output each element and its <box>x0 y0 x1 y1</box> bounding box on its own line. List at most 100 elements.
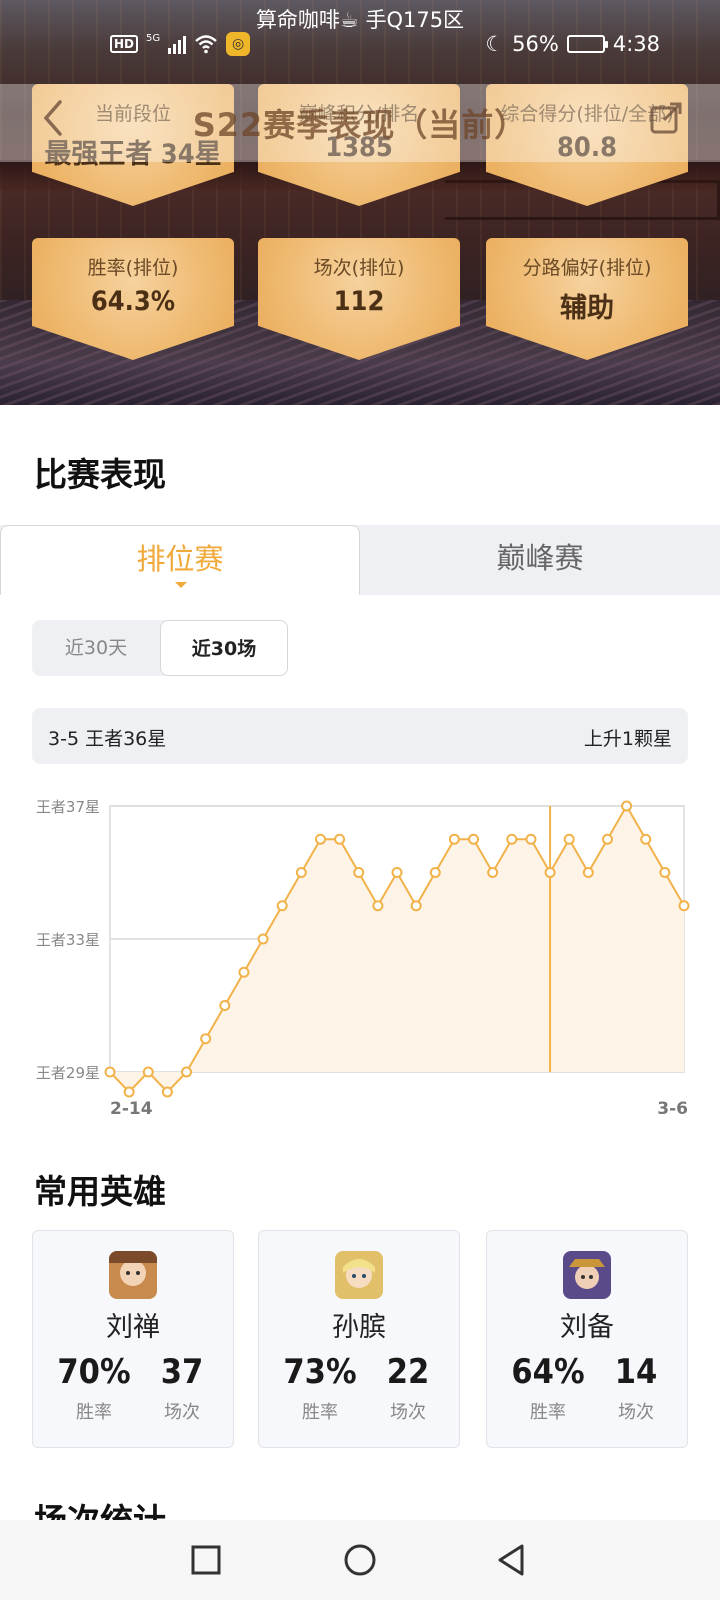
stat-label: 场次(排位) <box>313 257 405 279</box>
data-point <box>601 833 613 845</box>
hero-games: 14 场次 <box>591 1352 681 1424</box>
hero-win-rate: 70% 胜率 <box>49 1352 139 1424</box>
system-nav-bar <box>0 1520 720 1600</box>
recents-icon[interactable] <box>186 1540 226 1580</box>
data-point <box>200 1033 212 1045</box>
clock: 4:38 <box>612 32 660 56</box>
data-point <box>104 1066 116 1078</box>
hero-win-rate: 73% 胜率 <box>275 1352 365 1424</box>
data-point <box>678 900 690 912</box>
data-point <box>295 867 307 878</box>
battery-icon <box>566 35 608 53</box>
rank-summary-bar: 3-5 王者36星 上升1颗星 <box>32 708 688 764</box>
data-point <box>257 933 269 945</box>
stat-label: 分路偏好(排位) <box>522 257 652 279</box>
games-label: 场次 <box>618 1402 654 1423</box>
summary-date-rank: 3-5 王者36星 <box>48 728 167 750</box>
stat-value: 112 <box>333 286 385 317</box>
games-value: 37 <box>160 1352 204 1392</box>
hero-avatar <box>335 1251 383 1299</box>
data-point <box>487 867 499 878</box>
y-tick-label: 王者29星 <box>36 1064 100 1082</box>
mode-tabs: 排位赛 巅峰赛 <box>0 525 720 595</box>
home-icon[interactable] <box>340 1540 380 1580</box>
hero-stats: 70% 胜率 37 场次 <box>33 1352 233 1432</box>
hero-avatar <box>563 1251 611 1299</box>
hero-name: 刘备 <box>560 1312 614 1343</box>
hero-name: 刘禅 <box>106 1312 160 1343</box>
rank-trend-chart[interactable]: 王者37星王者33星王者29星 2-14 3-6 <box>0 790 720 1130</box>
wifi-icon <box>195 35 217 54</box>
y-tick-label: 王者33星 <box>36 931 100 949</box>
section-title-heroes: 常用英雄 <box>34 1172 166 1211</box>
data-point <box>544 867 556 878</box>
share-icon[interactable] <box>648 100 684 136</box>
data-point <box>238 966 250 978</box>
x-end-label: 3-6 <box>657 1099 688 1119</box>
stat-label: 胜率(排位) <box>87 257 179 279</box>
status-bar: HD 5G ◎ ☾ 56% 4:38 <box>0 32 720 60</box>
signal-icon <box>168 34 187 54</box>
data-point <box>525 833 537 845</box>
data-point <box>123 1086 135 1098</box>
games-label: 场次 <box>164 1402 200 1423</box>
hero-stats: 64% 胜率 14 场次 <box>487 1352 687 1432</box>
hero-win-rate: 64% 胜率 <box>503 1352 593 1424</box>
data-point <box>161 1086 173 1098</box>
battery-percent: 56% <box>512 32 559 56</box>
hero-card[interactable]: 刘禅 70% 胜率 37 场次 <box>32 1230 234 1448</box>
data-point <box>181 1066 193 1078</box>
data-point <box>276 900 288 912</box>
moon-icon: ☾ <box>485 32 505 56</box>
data-point <box>391 867 403 878</box>
x-start-label: 2-14 <box>110 1099 153 1119</box>
game-assistant-icon: ◎ <box>226 32 251 56</box>
section-title-performance: 比赛表现 <box>34 455 166 494</box>
games-label: 场次 <box>390 1402 426 1423</box>
data-point <box>410 900 422 912</box>
win-rate-value: 70% <box>57 1352 131 1392</box>
y-tick-label: 王者37星 <box>36 798 100 816</box>
hero-stats: 73% 胜率 22 场次 <box>259 1352 459 1432</box>
back-triangle-icon[interactable] <box>492 1540 532 1580</box>
win-rate-label: 胜率 <box>76 1402 112 1423</box>
data-point <box>142 1066 154 1078</box>
data-point <box>659 867 671 878</box>
win-rate-value: 64% <box>511 1352 585 1392</box>
hd-icon: HD <box>110 35 139 53</box>
games-value: 14 <box>614 1352 658 1392</box>
tab-peak[interactable]: 巅峰赛 <box>360 525 720 595</box>
games-value: 22 <box>386 1352 430 1392</box>
status-right: ☾ 56% 4:38 <box>485 32 660 56</box>
data-point <box>621 800 633 812</box>
hero-card[interactable]: 孙膑 73% 胜率 22 场次 <box>258 1230 460 1448</box>
summary-change: 上升1颗星 <box>583 728 672 750</box>
season-banner: 算命咖啡☕ 手Q175区 HD 5G ◎ ☾ 56% 4:38 当前段位 最强王… <box>0 0 720 405</box>
status-title: 算命咖啡☕ 手Q175区 <box>255 8 465 32</box>
status-left: HD 5G ◎ <box>110 32 251 56</box>
data-point <box>334 833 346 845</box>
range-30-games[interactable]: 近30场 <box>160 620 288 676</box>
hero-games: 37 场次 <box>137 1352 227 1424</box>
hero-games: 22 场次 <box>363 1352 453 1424</box>
win-rate-label: 胜率 <box>530 1402 566 1423</box>
win-rate-value: 73% <box>283 1352 357 1392</box>
data-point <box>448 833 460 845</box>
tab-ranked[interactable]: 排位赛 <box>0 525 360 595</box>
hero-avatar <box>109 1251 157 1299</box>
stat-value: 64.3% <box>90 286 176 317</box>
nav-bar: S22赛季表现（当前） <box>0 84 720 162</box>
hero-name: 孙膑 <box>332 1312 386 1343</box>
data-point <box>372 900 384 912</box>
data-point <box>219 1000 231 1011</box>
page-title: S22赛季表现（当前） <box>192 106 528 144</box>
data-point <box>314 833 326 845</box>
data-point <box>563 833 575 845</box>
hero-card[interactable]: 刘备 64% 胜率 14 场次 <box>486 1230 688 1448</box>
data-point <box>353 867 365 878</box>
range-30-days[interactable]: 近30天 <box>32 620 160 676</box>
data-point <box>429 867 441 878</box>
data-point <box>582 867 594 878</box>
data-point <box>506 833 518 845</box>
range-toggle: 近30天 近30场 <box>32 620 288 676</box>
